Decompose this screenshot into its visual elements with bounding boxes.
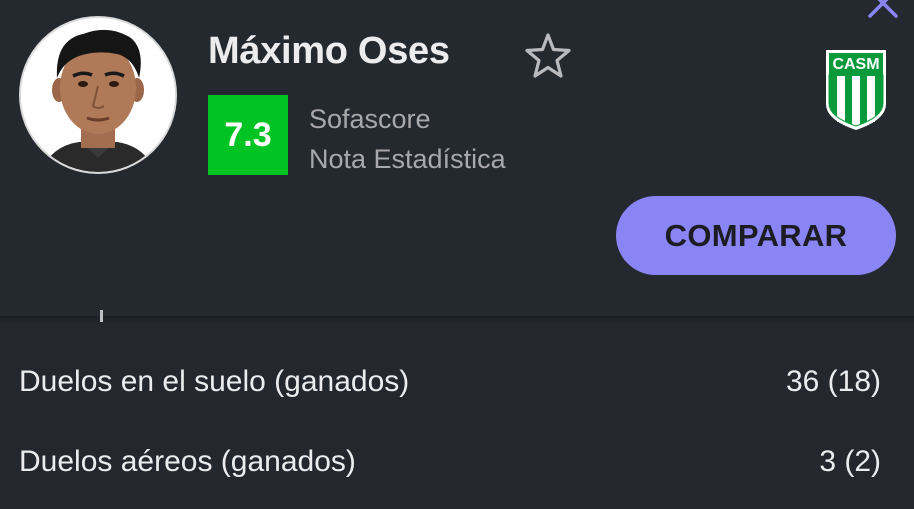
rating-type-label: Nota Estadística <box>309 144 506 174</box>
player-avatar <box>19 16 177 174</box>
partial-row-fragment <box>100 310 103 322</box>
rating-description: Sofascore Nota Estadística <box>309 99 506 179</box>
rating-source-label: Sofascore <box>309 104 431 134</box>
header-divider <box>0 316 914 324</box>
player-name: Máximo Oses <box>208 30 450 72</box>
stat-label: Duelos aéreos (ganados) <box>19 445 356 478</box>
player-photo-icon <box>21 18 175 172</box>
stat-value: 36 (18) <box>785 365 881 398</box>
stat-row-aerial-duels: Duelos aéreos (ganados) 3 (2) <box>19 442 881 482</box>
rating-badge: 7.3 <box>208 95 288 175</box>
compare-button[interactable]: COMPARAR <box>616 196 896 275</box>
team-crest-text: CASM <box>832 56 879 73</box>
team-crest-icon[interactable]: CASM <box>824 48 888 132</box>
star-outline-icon[interactable] <box>522 30 574 82</box>
close-icon[interactable] <box>866 0 900 20</box>
stat-value: 3 (2) <box>819 445 881 478</box>
player-header: Máximo Oses 7.3 Sofascore Nota Estadísti… <box>0 0 914 316</box>
stat-row-ground-duels: Duelos en el suelo (ganados) 36 (18) <box>19 362 881 402</box>
stat-label: Duelos en el suelo (ganados) <box>19 365 410 398</box>
